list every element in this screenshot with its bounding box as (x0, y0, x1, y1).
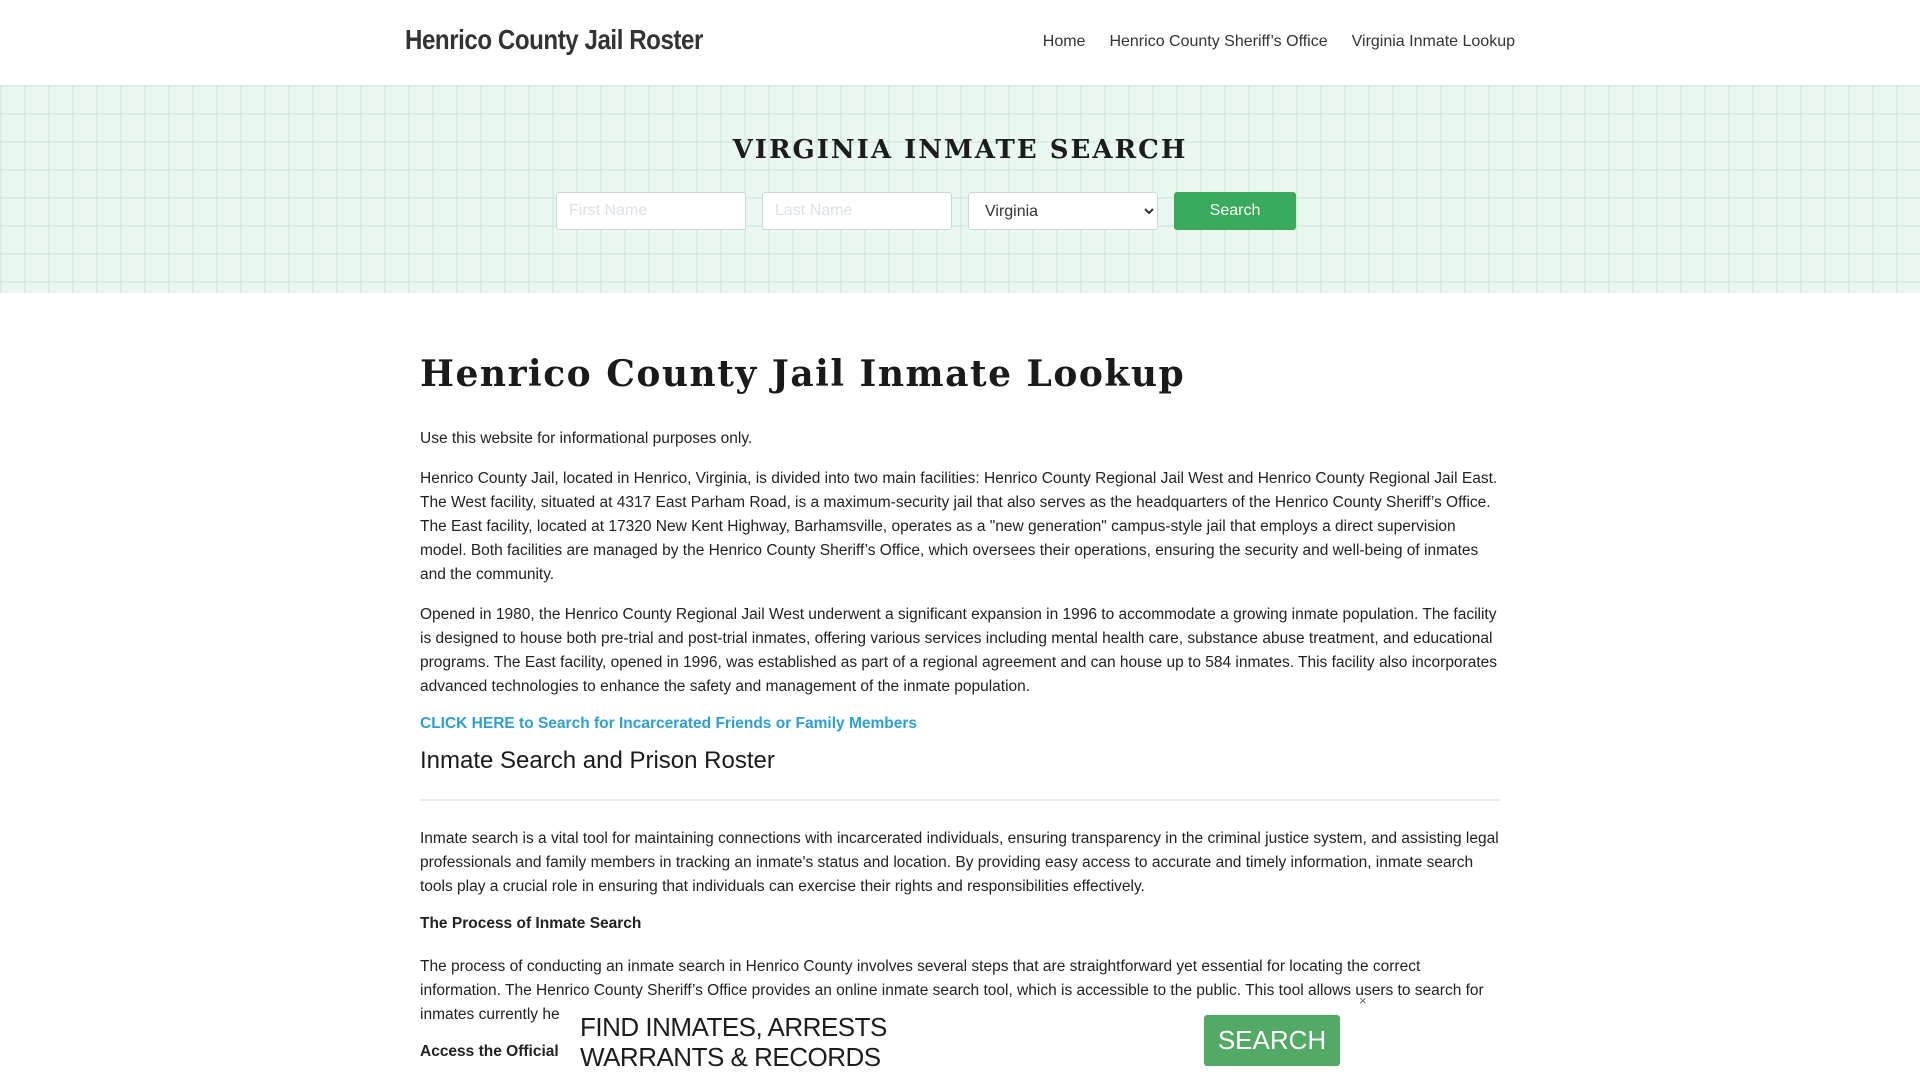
nav-virginia-inmate-lookup[interactable]: Virginia Inmate Lookup (1352, 33, 1515, 51)
inmate-search-form: Virginia Search (556, 192, 1296, 230)
ad-line-2: WARRANTS & RECORDS (580, 1042, 881, 1072)
close-icon[interactable]: × (1359, 993, 1367, 1008)
nav-sheriffs-office[interactable]: Henrico County Sheriff’s Office (1109, 33, 1327, 51)
site-brand[interactable]: Henrico County Jail Roster (405, 24, 703, 56)
ad-headline: FIND INMATES, ARRESTS WARRANTS & RECORDS (580, 1012, 887, 1072)
process-subheading: The Process of Inmate Search (420, 915, 642, 932)
hero-search-section: VIRGINIA INMATE SEARCH Virginia Search (0, 85, 1920, 293)
search-cta-link[interactable]: CLICK HERE to Search for Incarcerated Fr… (420, 715, 1500, 733)
ad-search-button[interactable]: SEARCH (1204, 1015, 1340, 1066)
first-name-input[interactable] (556, 192, 746, 230)
intro-paragraph: Henrico County Jail, located in Henrico,… (420, 470, 1498, 583)
main-nav: Home Henrico County Sheriff’s Office Vir… (1043, 33, 1515, 51)
ad-line-1: FIND INMATES, ARRESTS (580, 1012, 887, 1042)
search-button[interactable]: Search (1174, 192, 1296, 230)
state-select[interactable]: Virginia (968, 192, 1158, 230)
ad-banner[interactable]: FIND INMATES, ARRESTS WARRANTS & RECORDS… (560, 1006, 1360, 1080)
disclaimer-text: Use this website for informational purpo… (420, 430, 753, 447)
nav-home[interactable]: Home (1043, 33, 1086, 51)
history-paragraph: Opened in 1980, the Henrico County Regio… (420, 606, 1498, 695)
hero-title: VIRGINIA INMATE SEARCH (732, 135, 1188, 165)
main-content: Henrico County Jail Inmate Lookup Use th… (420, 293, 1500, 1080)
inmate-search-paragraph: Inmate search is a vital tool for mainta… (420, 830, 1499, 895)
section-heading: Inmate Search and Prison Roster (420, 747, 775, 774)
section-divider (420, 799, 1500, 801)
site-header: Henrico County Jail Roster Home Henrico … (0, 0, 1920, 85)
last-name-input[interactable] (762, 192, 952, 230)
page-title: Henrico County Jail Inmate Lookup (420, 353, 1186, 395)
